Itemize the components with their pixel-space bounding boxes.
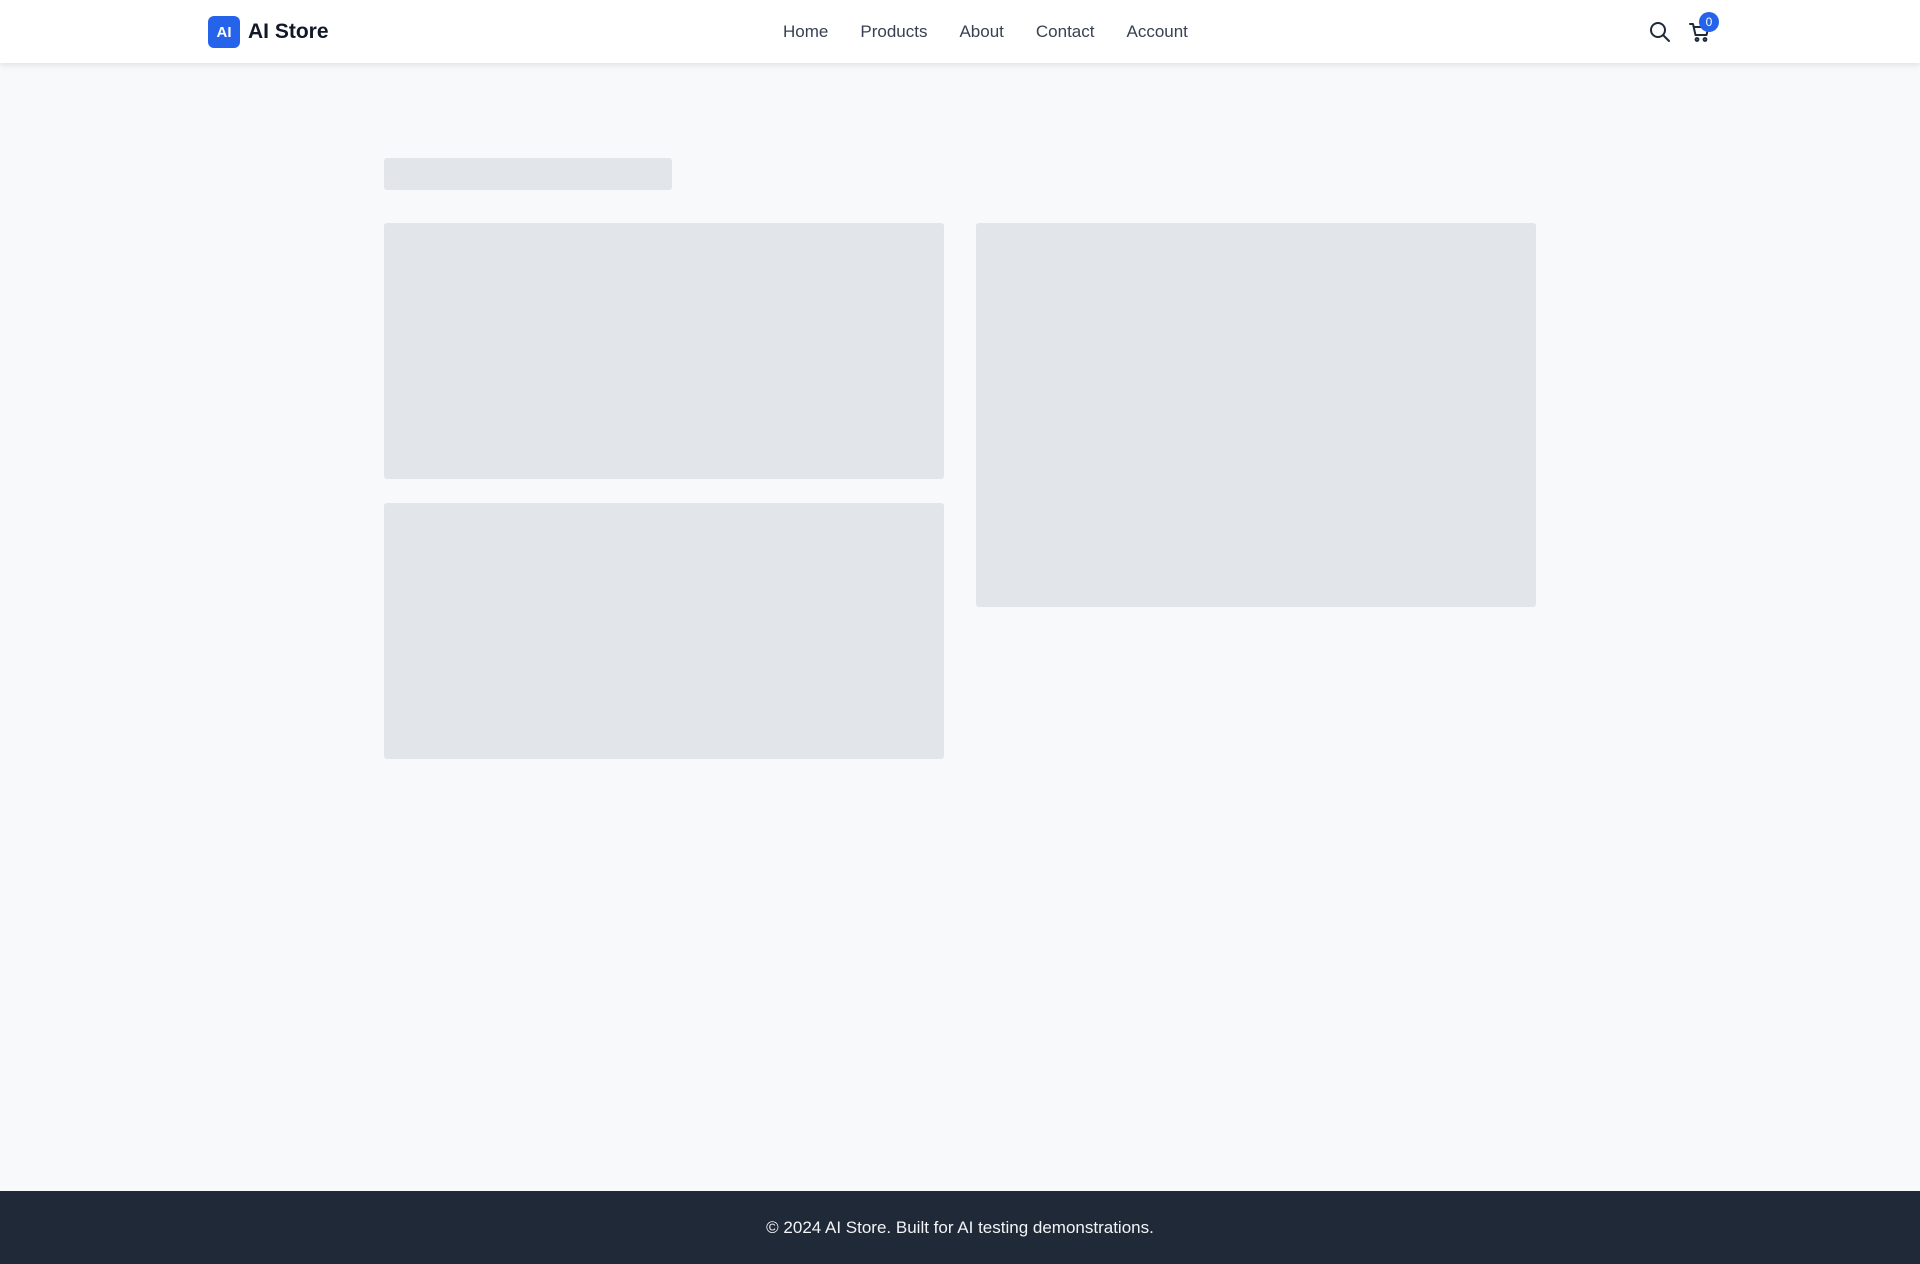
- cart-count-badge: 0: [1699, 12, 1719, 32]
- nav-link-about[interactable]: About: [959, 22, 1003, 42]
- search-icon[interactable]: [1648, 20, 1672, 44]
- site-footer: © 2024 AI Store. Built for AI testing de…: [0, 1191, 1920, 1264]
- main-content: [0, 63, 1920, 1191]
- nav-link-home[interactable]: Home: [783, 22, 828, 42]
- logo-badge: AI: [208, 16, 240, 48]
- site-header: AI AI Store Home Products About Contact …: [0, 0, 1920, 63]
- content-skeleton-card: [384, 503, 944, 759]
- nav-link-products[interactable]: Products: [860, 22, 927, 42]
- logo-link[interactable]: AI AI Store: [208, 16, 329, 48]
- footer-copyright: © 2024 AI Store. Built for AI testing de…: [766, 1217, 1154, 1237]
- nav-link-account[interactable]: Account: [1126, 22, 1187, 42]
- title-skeleton: [384, 158, 672, 190]
- store-name: AI Store: [248, 20, 329, 43]
- main-nav: Home Products About Contact Account: [783, 0, 1188, 63]
- nav-link-contact[interactable]: Contact: [1036, 22, 1095, 42]
- content-skeleton-card: [976, 223, 1536, 607]
- content-skeleton-card: [384, 223, 944, 479]
